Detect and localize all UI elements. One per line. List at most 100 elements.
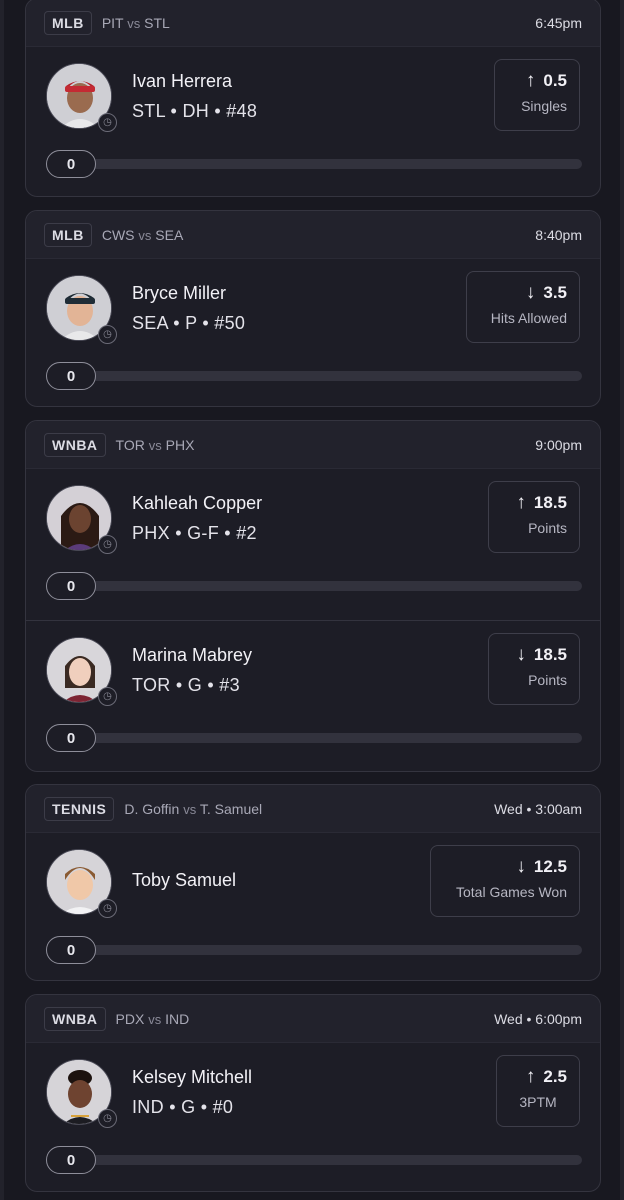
arrow-up-icon: ↑ xyxy=(516,492,526,513)
progress-bar: 0 xyxy=(46,362,582,390)
player-row[interactable]: ◷ Toby Samuel ↓ 12.5 Total Games Won 0 xyxy=(26,833,600,980)
player-row[interactable]: ◷ Marina Mabrey TOR • G • #3 ↓ 18.5 Poin… xyxy=(26,620,600,770)
game-time: Wed • 6:00pm xyxy=(494,1010,582,1027)
line-value: 3.5 xyxy=(543,283,567,302)
projection-box[interactable]: ↓ 12.5 Total Games Won xyxy=(430,845,580,917)
game-time: 8:40pm xyxy=(535,226,582,243)
player-meta: SEA • P • #50 xyxy=(132,313,246,333)
matchup: PIT vs STL xyxy=(102,15,170,31)
vs-label: vs xyxy=(127,15,141,31)
player-name: Ivan Herrera xyxy=(132,71,233,91)
game-header: MLB PIT vs STL 6:45pm xyxy=(26,0,600,47)
game-header: WNBA PDX vs IND Wed • 6:00pm xyxy=(26,995,600,1043)
progress-bar: 0 xyxy=(46,724,582,752)
progress-count: 0 xyxy=(46,150,96,178)
game-card[interactable]: WNBA TOR vs PHX 9:00pm ◷ Kahleah Copper … xyxy=(25,420,601,772)
player-avatar[interactable]: ◷ xyxy=(46,275,117,344)
game-header: TENNIS D. Goffin vs T. Samuel Wed • 3:00… xyxy=(26,785,600,833)
progress-count: 0 xyxy=(46,362,96,390)
progress-bar: 0 xyxy=(46,1146,582,1174)
progress-bar: 0 xyxy=(46,936,582,964)
stat-label: Total Games Won xyxy=(455,884,567,900)
team-b: T. Samuel xyxy=(199,800,263,817)
progress-bar: 0 xyxy=(46,150,582,178)
player-row[interactable]: ◷ Kelsey Mitchell IND • G • #0 ↑ 2.5 3PT… xyxy=(26,1043,600,1191)
team-b: PHX xyxy=(165,436,195,453)
projection-box[interactable]: ↑ 2.5 3PTM xyxy=(496,1055,580,1127)
clock-icon: ◷ xyxy=(98,535,117,554)
player-avatar[interactable]: ◷ xyxy=(46,637,117,706)
progress-track xyxy=(46,159,582,169)
line-value: 12.5 xyxy=(533,857,567,876)
progress-track xyxy=(46,733,582,743)
clock-icon: ◷ xyxy=(98,1109,117,1128)
league-badge: MLB xyxy=(44,10,92,35)
line-value: 0.5 xyxy=(543,71,567,90)
league-badge: MLB xyxy=(44,222,92,247)
player-row[interactable]: ◷ Bryce Miller SEA • P • #50 ↓ 3.5 Hits … xyxy=(26,259,600,406)
stat-label: Points xyxy=(528,672,567,688)
projection-box[interactable]: ↑ 18.5 Points xyxy=(488,481,580,553)
arrow-down-icon: ↓ xyxy=(516,644,526,665)
vs-label: vs xyxy=(138,227,152,243)
game-time: 9:00pm xyxy=(535,436,582,453)
team-a: CWS xyxy=(101,226,135,243)
projection-box[interactable]: ↓ 18.5 Points xyxy=(488,633,580,705)
progress-track xyxy=(46,1155,582,1165)
player-meta: STL • DH • #48 xyxy=(132,101,258,121)
player-avatar[interactable]: ◷ xyxy=(46,485,117,554)
player-meta: TOR • G • #3 xyxy=(132,675,240,695)
vs-label: vs xyxy=(148,1011,162,1027)
player-name: Toby Samuel xyxy=(132,870,237,890)
arrow-down-icon: ↓ xyxy=(525,282,536,303)
line-value: 18.5 xyxy=(533,493,567,512)
league-badge: WNBA xyxy=(44,432,106,457)
left-scroll-rail xyxy=(0,0,4,1200)
projection-box[interactable]: ↑ 0.5 Singles xyxy=(494,59,580,131)
team-b: STL xyxy=(144,14,170,31)
progress-count: 0 xyxy=(46,936,96,964)
league-badge: WNBA xyxy=(44,1006,106,1031)
game-time: Wed • 3:00am xyxy=(494,800,582,817)
player-avatar[interactable]: ◷ xyxy=(46,1059,117,1128)
projection-box[interactable]: ↓ 3.5 Hits Allowed xyxy=(466,271,580,343)
matchup: PDX vs IND xyxy=(116,1011,190,1027)
line-value: 2.5 xyxy=(543,1067,567,1086)
right-scroll-rail xyxy=(620,0,624,1200)
player-meta: PHX • G-F • #2 xyxy=(132,523,257,543)
line-value: 18.5 xyxy=(533,645,567,664)
player-row[interactable]: ◷ Kahleah Copper PHX • G-F • #2 ↑ 18.5 P… xyxy=(26,469,600,620)
player-name: Kahleah Copper xyxy=(132,493,263,513)
progress-count: 0 xyxy=(46,572,96,600)
player-name: Bryce Miller xyxy=(132,283,227,303)
clock-icon: ◷ xyxy=(98,325,117,344)
team-a: PDX xyxy=(115,1010,145,1027)
game-card[interactable]: MLB CWS vs SEA 8:40pm ◷ Bryce Miller SEA… xyxy=(25,210,601,407)
game-card[interactable]: WNBA PDX vs IND Wed • 6:00pm ◷ Kelsey Mi… xyxy=(25,994,601,1192)
player-avatar[interactable]: ◷ xyxy=(46,849,117,918)
team-a: PIT xyxy=(101,14,124,31)
progress-track xyxy=(46,581,582,591)
clock-icon: ◷ xyxy=(98,899,117,918)
matchup: D. Goffin vs T. Samuel xyxy=(124,801,262,817)
player-row[interactable]: ◷ Ivan Herrera STL • DH • #48 ↑ 0.5 Sing… xyxy=(26,47,600,196)
clock-icon: ◷ xyxy=(98,687,117,706)
team-a: TOR xyxy=(115,436,145,453)
arrow-up-icon: ↑ xyxy=(525,1066,536,1087)
stat-label: 3PTM xyxy=(519,1094,557,1110)
team-b: SEA xyxy=(155,226,184,243)
game-time: 6:45pm xyxy=(535,14,582,31)
league-badge: TENNIS xyxy=(44,796,115,821)
stat-label: Points xyxy=(528,520,567,536)
progress-bar: 0 xyxy=(46,572,582,600)
player-avatar[interactable]: ◷ xyxy=(46,63,117,132)
vs-label: vs xyxy=(183,801,197,817)
matchup: CWS vs SEA xyxy=(102,227,183,243)
game-header: WNBA TOR vs PHX 9:00pm xyxy=(26,421,600,469)
game-card[interactable]: MLB PIT vs STL 6:45pm ◷ Ivan Herrera STL… xyxy=(25,0,601,197)
arrow-down-icon: ↓ xyxy=(516,856,526,877)
progress-count: 0 xyxy=(46,724,96,752)
arrow-up-icon: ↑ xyxy=(525,70,536,91)
game-card[interactable]: TENNIS D. Goffin vs T. Samuel Wed • 3:00… xyxy=(25,784,601,981)
player-name: Kelsey Mitchell xyxy=(132,1067,253,1087)
